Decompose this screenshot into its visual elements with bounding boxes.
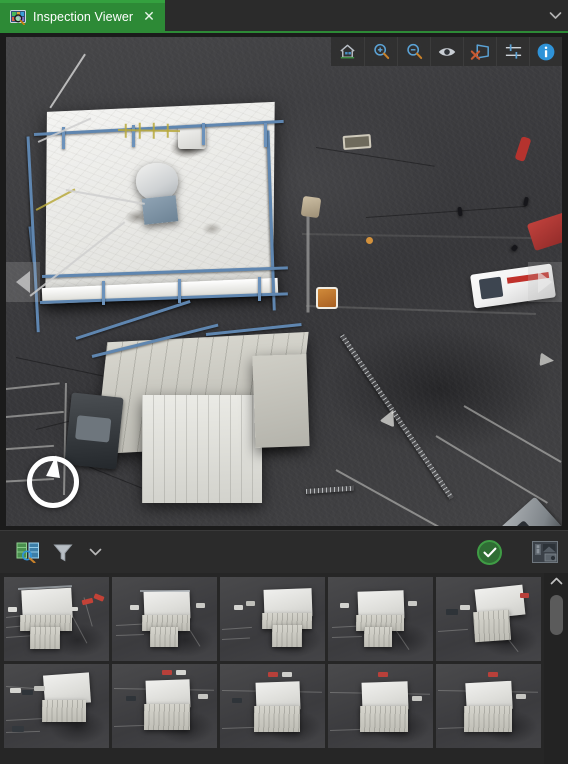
info-glyph	[537, 43, 555, 60]
inspection-grid-glyph	[16, 542, 39, 563]
panel-layout-icon[interactable]	[532, 541, 558, 563]
rail-post	[264, 123, 267, 147]
sliders-icon[interactable]	[496, 37, 529, 66]
radome-base	[141, 195, 179, 225]
tab-inspection-viewer[interactable]: Inspection Viewer ✕	[0, 0, 165, 31]
rail-post	[202, 123, 205, 145]
light-pole-head	[300, 195, 322, 219]
thumbnail-6[interactable]	[4, 664, 109, 748]
chevron-down-icon[interactable]	[542, 0, 568, 31]
ground-marker	[316, 287, 338, 309]
ground-cone	[366, 237, 373, 244]
thumbnail-image	[436, 664, 541, 748]
thumbnail-image	[328, 577, 433, 661]
thumbnail-8[interactable]	[220, 664, 325, 748]
scrollbar-thumb[interactable]	[549, 595, 563, 635]
chevron-up-glyph	[550, 577, 562, 585]
clear-shape-glyph	[470, 44, 489, 60]
thumbnail-image	[220, 577, 325, 661]
filter-funnel-glyph	[53, 544, 73, 561]
thumbnail-image	[4, 577, 109, 661]
thumbnail-3[interactable]	[220, 577, 325, 661]
rail-post	[102, 281, 105, 305]
thumbnail-panel	[0, 573, 568, 764]
thumbnail-1[interactable]	[4, 577, 109, 661]
lower-roof-panel	[142, 395, 262, 503]
eye-glyph	[438, 47, 456, 56]
thumbnail-image	[328, 664, 433, 748]
chevron-down-glyph	[549, 12, 561, 19]
clear-shape-icon[interactable]	[463, 37, 496, 66]
thumbnail-image	[220, 664, 325, 748]
previous-image-button[interactable]	[6, 261, 40, 302]
zoom-out-icon[interactable]	[397, 37, 430, 66]
ground-arrow	[539, 352, 555, 368]
thumbnail-grid	[0, 573, 544, 764]
tab-bar-spacer	[165, 0, 542, 31]
yagi-element	[153, 122, 155, 139]
tab-bar: Inspection Viewer ✕	[0, 0, 568, 31]
image-canvas[interactable]	[6, 37, 562, 526]
side-structure	[252, 354, 310, 448]
home-glyph	[340, 44, 355, 59]
thumbnail-2[interactable]	[112, 577, 217, 661]
filter-funnel-icon[interactable]	[52, 542, 74, 563]
home-icon[interactable]	[331, 37, 364, 66]
sliders-glyph	[505, 44, 521, 59]
light-pole	[306, 216, 310, 313]
thumbnail-image	[4, 664, 109, 748]
tab-label: Inspection Viewer	[33, 10, 134, 24]
thumbnail-image	[436, 577, 541, 661]
zoom-in-icon[interactable]	[364, 37, 397, 66]
thumbnail-image	[112, 664, 217, 748]
check-circle-icon[interactable]	[477, 539, 502, 565]
yagi-element	[125, 123, 127, 138]
inspection-viewer-window: Inspection Viewer ✕	[0, 0, 568, 764]
zoom-in-glyph	[373, 43, 389, 60]
thumbnail-toolbar	[0, 530, 568, 573]
rail-post	[258, 277, 261, 301]
yagi-element	[139, 122, 141, 139]
parked-suv	[64, 392, 124, 470]
inspection-grid-icon[interactable]	[16, 541, 40, 563]
close-icon[interactable]: ✕	[140, 10, 156, 25]
image-viewer-panel	[0, 33, 568, 530]
ground-hatch	[342, 134, 372, 150]
panel-layout-glyph	[532, 541, 558, 563]
aerial-inspection-photo	[6, 37, 562, 526]
filter-chevron-down-icon[interactable]	[86, 541, 104, 563]
inspection-image-icon	[10, 10, 26, 25]
info-icon[interactable]	[529, 37, 562, 66]
yagi-element	[167, 123, 169, 138]
thumbnail-scrollbar[interactable]	[544, 573, 568, 764]
chevron-left-icon	[16, 270, 30, 293]
rail-post	[178, 279, 181, 303]
roof-ribs	[142, 395, 262, 503]
next-image-button[interactable]	[528, 261, 562, 302]
eye-icon[interactable]	[430, 37, 463, 66]
chevron-up-icon[interactable]	[550, 577, 563, 588]
thumbnail-4[interactable]	[328, 577, 433, 661]
viewer-toolbar	[331, 37, 562, 66]
chevron-right-icon	[538, 270, 552, 293]
check-glyph	[482, 547, 496, 557]
chevron-down-glyph	[89, 548, 101, 556]
thumbnail-7[interactable]	[112, 664, 217, 748]
thumbnail-10[interactable]	[436, 664, 541, 748]
thumbnail-image	[112, 577, 217, 661]
zoom-out-glyph	[406, 43, 422, 60]
thumbnail-5[interactable]	[436, 577, 541, 661]
thumbnail-9[interactable]	[328, 664, 433, 748]
